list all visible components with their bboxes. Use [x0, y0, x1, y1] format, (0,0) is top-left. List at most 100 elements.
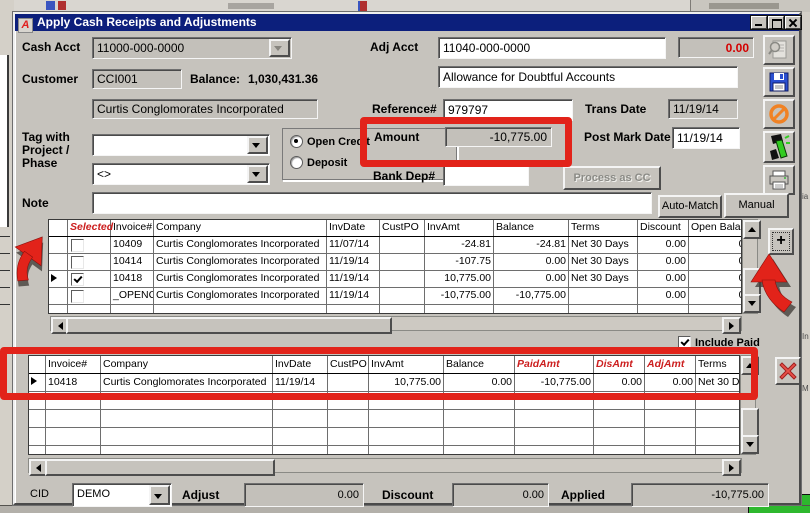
grid-cell[interactable]: -24.81 — [425, 237, 494, 253]
note-input[interactable] — [92, 192, 652, 214]
applied-vscrollbar[interactable] — [740, 355, 756, 455]
minimize-button[interactable] — [751, 16, 767, 29]
vscroll-thumb[interactable] — [743, 268, 761, 297]
grid-cell[interactable] — [380, 271, 425, 287]
grid-cell[interactable] — [569, 288, 638, 304]
grid-cell[interactable]: -10,775.00 — [425, 288, 494, 304]
cash-acct-combo[interactable]: 11000-000-0000 — [92, 37, 292, 59]
grid-row[interactable]: _OPENCRCurtis Conglomorates Incorporated… — [49, 288, 741, 305]
selected-checkbox-cell[interactable] — [68, 271, 111, 287]
grid-row[interactable]: 10414Curtis Conglomorates Incorporated11… — [49, 254, 741, 271]
cid-combo[interactable]: DEMO — [72, 483, 172, 507]
grid-cell[interactable]: 10,775.00 — [369, 374, 444, 391]
grid-cell[interactable]: 0.00 — [444, 374, 515, 391]
grid-cell[interactable]: 11/19/14 — [327, 254, 380, 270]
grid-cell[interactable]: Curtis Conglomorates Incorporated — [154, 254, 327, 270]
grid-cell[interactable]: _OPENCR — [111, 288, 154, 304]
post-mark-date-input[interactable]: 11/19/14 — [672, 127, 740, 149]
project-combo[interactable] — [92, 134, 270, 156]
grid-cell[interactable]: -24.81 — [494, 237, 569, 253]
invoices-hscrollbar[interactable] — [50, 316, 742, 331]
grid-cell[interactable] — [328, 374, 369, 391]
open-credit-radio[interactable]: Open Credit — [290, 135, 370, 148]
grid-cell[interactable]: 10409 — [111, 237, 154, 253]
reference-input[interactable]: 979797 — [443, 99, 573, 121]
grid-row[interactable]: 10418Curtis Conglomorates Incorporated11… — [49, 271, 741, 288]
grid-cell[interactable]: 0.00 — [638, 254, 689, 270]
grid-cell[interactable]: -10,775.00 — [515, 374, 594, 391]
grid-cell[interactable] — [380, 237, 425, 253]
cid-dropdown-button[interactable] — [149, 485, 170, 505]
grid-cell[interactable]: 0.00 — [689, 271, 742, 287]
grid-cell[interactable]: Net 30 Days — [569, 271, 638, 287]
adj-acct-desc-input[interactable]: Allowance for Doubtful Accounts — [438, 66, 738, 88]
grid-cell[interactable]: Curtis Conglomorates Incorporated — [101, 374, 273, 391]
checkbox-checked-icon[interactable] — [71, 273, 84, 286]
grid-cell[interactable]: 0.00 — [638, 237, 689, 253]
add-invoice-button[interactable]: + — [768, 228, 794, 255]
grid-cell[interactable]: 11/07/14 — [327, 237, 380, 253]
bank-dep-input[interactable] — [443, 164, 529, 186]
grid-cell[interactable]: Curtis Conglomorates Incorporated — [154, 271, 327, 287]
close-button[interactable] — [785, 16, 801, 29]
grid-cell[interactable]: 0.00 — [638, 288, 689, 304]
grid-cell[interactable]: 0.00 — [494, 271, 569, 287]
dialog-titlebar[interactable]: AApply Cash Receipts and Adjustments — [15, 14, 799, 31]
grid-cell[interactable]: 0.00 — [645, 374, 696, 391]
grid-cell[interactable]: 0.00 — [638, 271, 689, 287]
grid-cell[interactable]: Curtis Conglomorates Incorporated — [154, 288, 327, 304]
auto-match-button[interactable]: Auto-Match — [658, 195, 722, 218]
grid-cell[interactable]: 0.00 — [689, 288, 742, 304]
invoices-vscrollbar[interactable] — [742, 219, 758, 314]
save-button[interactable] — [763, 67, 795, 97]
phase-dropdown-button[interactable] — [247, 165, 268, 183]
cash-acct-dropdown-button[interactable] — [269, 39, 290, 57]
scroll-down-button[interactable] — [743, 294, 761, 313]
grid-cell[interactable]: Net 30 Days — [569, 254, 638, 270]
project-dropdown-button[interactable] — [247, 136, 268, 154]
manual-button[interactable]: Manual — [724, 193, 789, 218]
grid-cell[interactable]: 11/19/14 — [327, 288, 380, 304]
process-as-cc-button[interactable]: Process as CC — [563, 166, 661, 190]
radio-selected-icon[interactable] — [290, 135, 303, 148]
grid-cell[interactable]: 0.00 — [689, 237, 742, 253]
grid-cell[interactable]: 11/19/14 — [327, 271, 380, 287]
post-button[interactable] — [763, 131, 795, 163]
grid-row[interactable]: 10409Curtis Conglomorates Incorporated11… — [49, 237, 741, 254]
grid-cell[interactable]: -107.75 — [425, 254, 494, 270]
cancel-button[interactable] — [763, 99, 795, 129]
checkbox-unchecked-icon[interactable] — [71, 256, 84, 269]
scroll-down-button[interactable] — [741, 435, 759, 454]
checkbox-unchecked-icon[interactable] — [71, 239, 84, 252]
selected-checkbox-cell[interactable] — [68, 237, 111, 253]
grid-cell[interactable]: 10418 — [46, 374, 101, 391]
applied-hscrollbar[interactable] — [28, 458, 742, 473]
scroll-up-button[interactable] — [741, 356, 759, 375]
grid-cell[interactable] — [380, 254, 425, 270]
grid-cell[interactable]: 0.00 — [689, 254, 742, 270]
grid-cell[interactable]: 0.00 — [594, 374, 645, 391]
scroll-right-button[interactable] — [722, 459, 741, 476]
adj-acct-input[interactable]: 11040-000-0000 — [438, 37, 666, 59]
lookup-button[interactable] — [763, 35, 795, 65]
checkbox-checked-icon[interactable] — [678, 336, 691, 349]
phase-combo[interactable]: <> — [92, 163, 270, 185]
hscroll-thumb[interactable] — [66, 317, 392, 334]
grid-cell[interactable]: -10,775.00 — [494, 288, 569, 304]
grid-cell[interactable]: 11/19/14 — [273, 374, 328, 391]
grid-cell[interactable]: 10418 — [111, 271, 154, 287]
grid-cell[interactable]: 10,775.00 — [425, 271, 494, 287]
maximize-button[interactable] — [768, 16, 784, 29]
include-paid-checkbox[interactable]: Include Paid — [678, 336, 760, 349]
radio-unselected-icon[interactable] — [290, 156, 303, 169]
grid-cell[interactable]: 0.00 — [494, 254, 569, 270]
grid-cell[interactable] — [380, 288, 425, 304]
scroll-right-button[interactable] — [722, 317, 741, 334]
hscroll-thumb[interactable] — [45, 459, 275, 476]
grid-cell[interactable]: Net 30 Days — [696, 374, 740, 391]
selected-checkbox-cell[interactable] — [68, 254, 111, 270]
deposit-radio[interactable]: Deposit — [290, 156, 347, 169]
grid-cell[interactable]: Net 30 Days — [569, 237, 638, 253]
scroll-up-button[interactable] — [743, 220, 761, 239]
grid-cell[interactable]: 10414 — [111, 254, 154, 270]
